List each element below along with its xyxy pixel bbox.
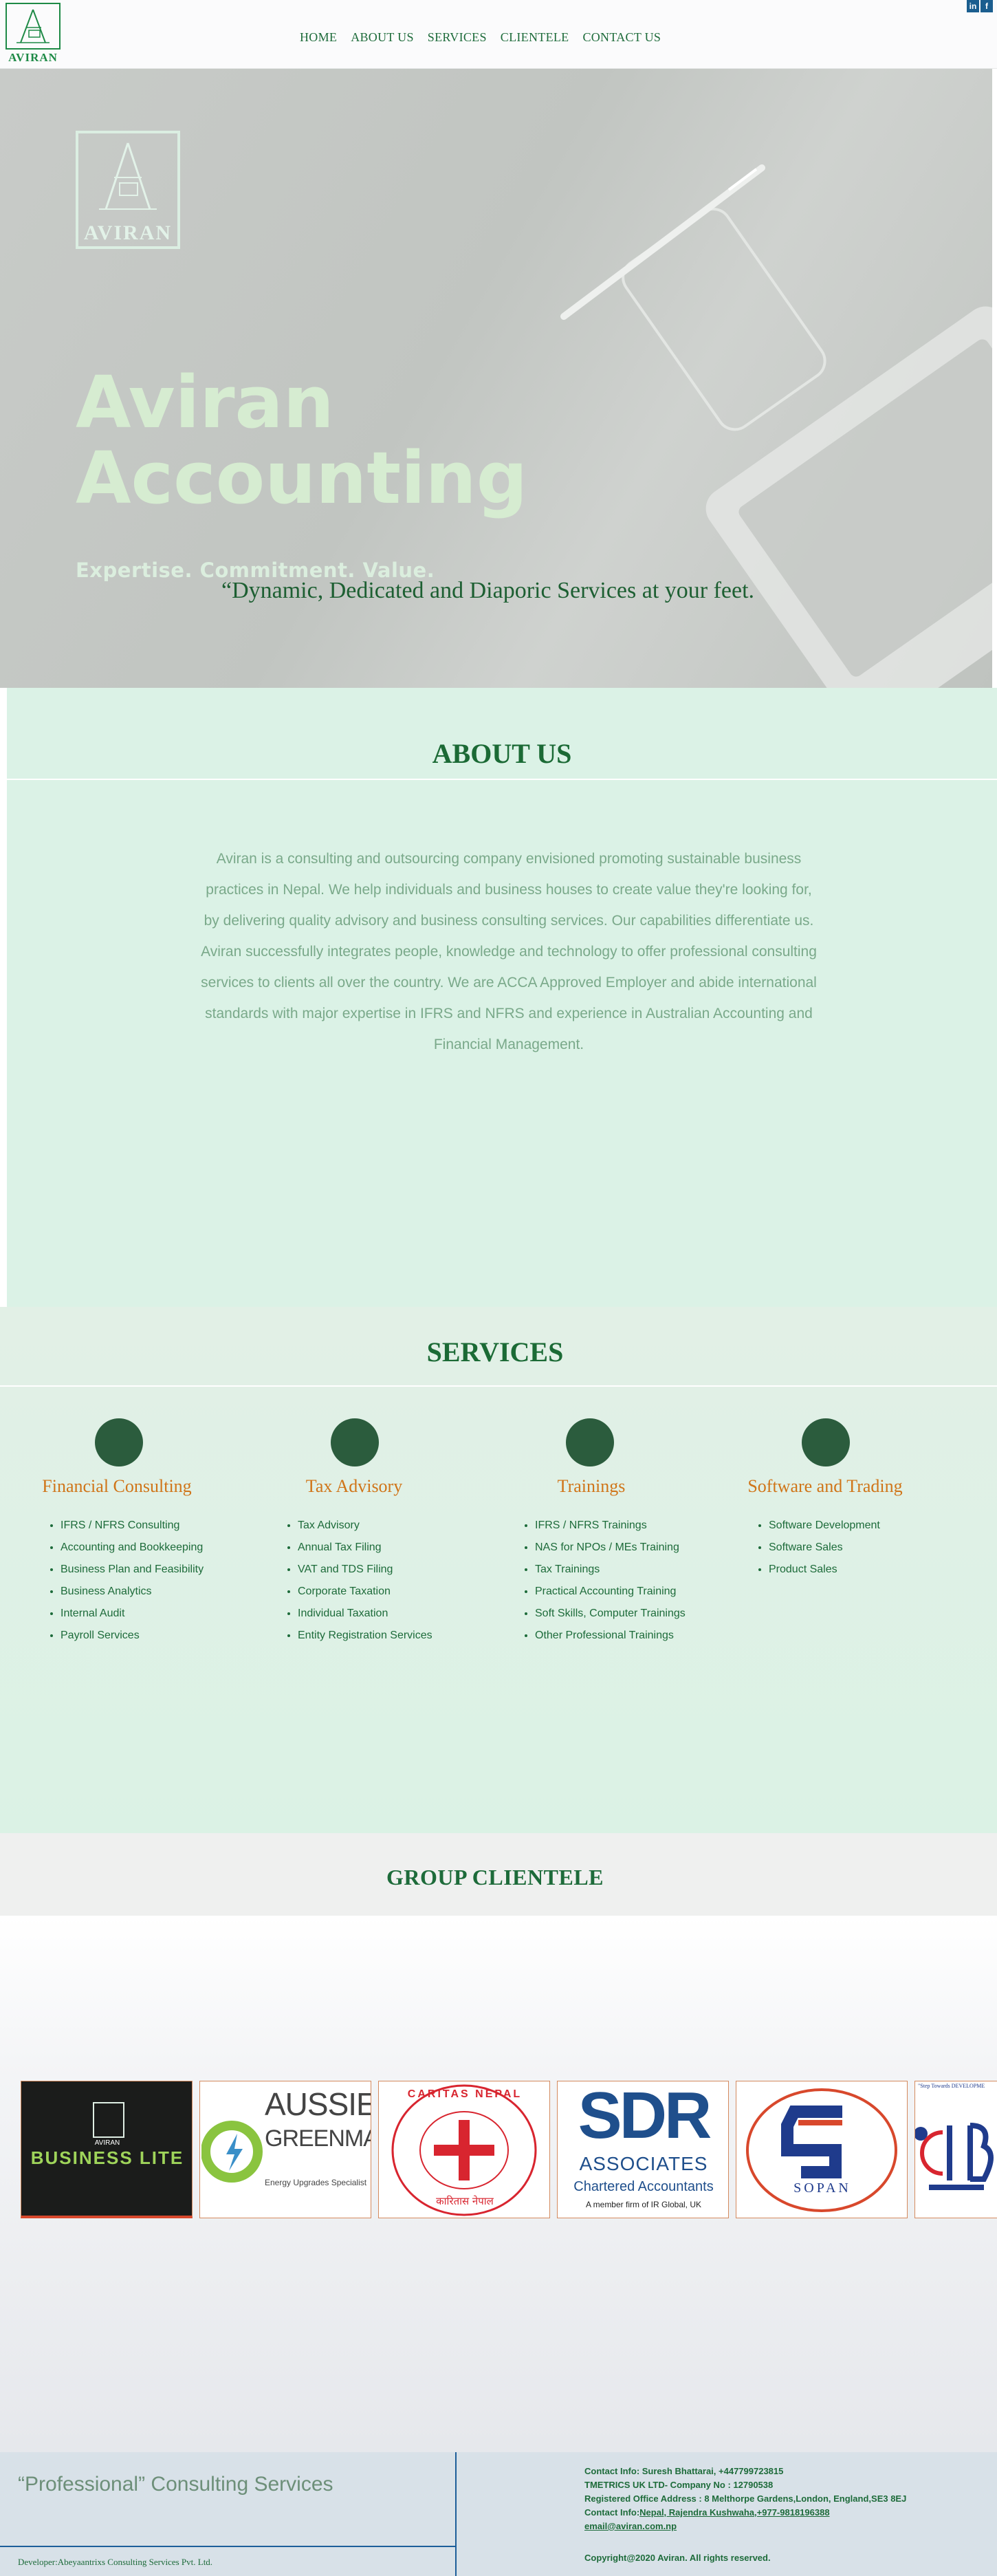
service-item: Other Professional Trainings: [535, 1625, 686, 1647]
service-item: Business Analytics: [61, 1581, 204, 1603]
services-section: SERVICES Financial Consulting IFRS / NFR…: [0, 1307, 997, 1833]
nav-home[interactable]: HOME: [300, 30, 337, 45]
service-item: Payroll Services: [61, 1625, 204, 1647]
client-logo-line3: Energy Upgrades Specialist: [265, 2178, 367, 2187]
client-logo-sdr-associates[interactable]: SDR ASSOCIATES Chartered Accountants A m…: [557, 2081, 729, 2218]
service-item: Tax Advisory: [298, 1515, 432, 1537]
service-icon: [95, 1418, 143, 1466]
client-logo-sopan[interactable]: SOPAN: [736, 2081, 908, 2218]
client-logo-text: SOPAN: [793, 2180, 851, 2196]
social-links: in f: [967, 0, 993, 12]
client-logo-bottom-text: कारितास नेपाल: [436, 2195, 494, 2207]
about-divider: [7, 779, 997, 780]
footer-address: Registered Office Address : 8 Melthorpe …: [584, 2493, 907, 2504]
service-item: Product Sales: [769, 1559, 880, 1581]
service-item: IFRS / NFRS Consulting: [61, 1515, 204, 1537]
hero-title-line1: Aviran: [76, 360, 334, 444]
client-logo-line2: GREENMARKS: [265, 2125, 371, 2152]
greenmarks-emblem: [201, 2121, 263, 2183]
logo[interactable]: AVIRAN: [4, 3, 62, 64]
service-list: Tax Advisory Annual Tax Filing VAT and T…: [285, 1515, 432, 1647]
footer-copyright: Copyright@2020 Aviran. All rights reserv…: [584, 2553, 771, 2563]
client-logo-caritas-nepal[interactable]: CARITAS NEPAL कारितास नेपाल: [378, 2081, 550, 2218]
footer-developer: Developer:Abeyaantrixs Consulting Servic…: [18, 2557, 213, 2567]
service-item: Business Plan and Feasibility: [61, 1559, 204, 1581]
footer-company: TMETRICS UK LTD- Company No : 12790538: [584, 2480, 774, 2490]
service-item: Software Development: [769, 1515, 880, 1537]
nav-contact-us[interactable]: CONTACT US: [582, 30, 661, 45]
hero-logo-text: AVIRAN: [83, 221, 173, 244]
client-logo-big-text: SDR: [578, 2081, 712, 2152]
hero-title: Aviran Accounting: [76, 365, 557, 516]
about-body: Aviran is a consulting and outsourcing c…: [201, 851, 817, 1052]
client-logo-line2: Chartered Accountants: [573, 2179, 714, 2194]
about-section: ABOUT US Aviran is a consulting and outs…: [7, 688, 997, 1307]
footer-email-link[interactable]: email@aviran.com.np: [584, 2520, 906, 2533]
client-logo-text: "Step Towards DEVELOPME: [918, 2083, 985, 2089]
footer-contact-block: Contact Info: Suresh Bhattarai, +4477997…: [584, 2465, 906, 2533]
service-item: Practical Accounting Training: [535, 1581, 686, 1603]
service-item: VAT and TDS Filing: [298, 1559, 432, 1581]
footer-vertical-divider: [455, 2452, 457, 2576]
aviran-mini-emblem: [93, 2102, 124, 2138]
client-logo-line1: ASSOCIATES: [579, 2153, 708, 2174]
service-item: IFRS / NFRS Trainings: [535, 1515, 686, 1537]
facebook-icon[interactable]: f: [980, 0, 993, 12]
service-list: IFRS / NFRS Consulting Accounting and Bo…: [48, 1515, 204, 1647]
footer-tagline: “Professional” Consulting Services: [18, 2473, 333, 2496]
logo-text: AVIRAN: [8, 51, 58, 64]
linkedin-icon[interactable]: in: [967, 0, 979, 12]
footer-contact-label: Contact Info:: [584, 2507, 640, 2518]
client-logo-text: BUSINESS LITE: [30, 2147, 184, 2168]
client-logo-small-text: AVIRAN: [94, 2139, 120, 2147]
nav-about-us[interactable]: ABOUT US: [351, 30, 414, 45]
service-icon: [802, 1418, 850, 1466]
client-logo-arc-text: CARITAS NEPAL: [407, 2088, 523, 2100]
service-heading: Tax Advisory: [305, 1476, 403, 1496]
client-logo-line1: AUSSIE: [265, 2086, 371, 2122]
clientele-header: GROUP CLIENTELE: [0, 1833, 997, 1916]
service-item: NAS for NPOs / MEs Training: [535, 1537, 686, 1559]
service-heading: Trainings: [557, 1476, 626, 1496]
footer-contact-nepal: Contact Info:Nepal, Rajendra Kushwaha,+9…: [584, 2506, 906, 2520]
client-logo-ctb[interactable]: "Step Towards DEVELOPME: [914, 2081, 997, 2218]
service-list: Software Development Software Sales Prod…: [756, 1515, 880, 1581]
hero-title-line2: Accounting: [76, 436, 528, 520]
service-item: Tax Trainings: [535, 1559, 686, 1581]
service-heading: Financial Consulting: [42, 1476, 192, 1496]
service-item: Annual Tax Filing: [298, 1537, 432, 1559]
client-logo-aussie-greenmarks[interactable]: AUSSIE GREENMARKS Energy Upgrades Specia…: [199, 2081, 371, 2218]
hero-quote: “Dynamic, Dedicated and Diaporic Service…: [221, 578, 755, 603]
service-item: Soft Skills, Computer Trainings: [535, 1603, 686, 1625]
service-item: Individual Taxation: [298, 1603, 432, 1625]
service-item: Internal Audit: [61, 1603, 204, 1625]
hero-logo-emblem: AVIRAN: [76, 131, 180, 249]
footer-contact-nepal-link[interactable]: Nepal, Rajendra Kushwaha,+977-9818196388: [639, 2507, 829, 2518]
about-title: ABOUT US: [432, 738, 572, 769]
client-logo-business-lite[interactable]: AVIRAN BUSINESS LITE: [21, 2081, 193, 2218]
footer-contact-uk: Contact Info: Suresh Bhattarai, +4477997…: [584, 2466, 784, 2476]
service-item: Software Sales: [769, 1537, 880, 1559]
service-item: Corporate Taxation: [298, 1581, 432, 1603]
clientele-title: GROUP CLIENTELE: [386, 1865, 604, 1890]
ctb-emblem: [915, 2123, 994, 2190]
client-logo-line3: A member firm of IR Global, UK: [585, 2200, 702, 2209]
site-footer: “Professional” Consulting Services Devel…: [0, 2452, 997, 2576]
nav-clientele[interactable]: CLIENTELE: [501, 30, 569, 45]
site-header: AVIRAN HOME ABOUT US SERVICES CLIENTELE …: [0, 0, 997, 69]
service-heading: Software and Trading: [747, 1476, 903, 1496]
hero-banner: AVIRAN Aviran Accounting Expertise. Comm…: [0, 69, 992, 688]
logo-emblem: [6, 3, 61, 50]
main-nav: HOME ABOUT US SERVICES CLIENTELE CONTACT…: [300, 30, 661, 45]
services-divider: [0, 1385, 997, 1387]
service-item: Entity Registration Services: [298, 1625, 432, 1647]
service-list: IFRS / NFRS Trainings NAS for NPOs / MEs…: [523, 1515, 686, 1647]
services-title: SERVICES: [426, 1336, 564, 1367]
nav-services[interactable]: SERVICES: [428, 30, 487, 45]
footer-horizontal-divider: [0, 2546, 455, 2547]
service-icon: [331, 1418, 379, 1466]
clientele-section: AVIRAN BUSINESS LITE AUSSIE GREENMARKS E…: [0, 1916, 997, 2452]
service-icon: [566, 1418, 614, 1466]
service-item: Accounting and Bookkeeping: [61, 1537, 204, 1559]
